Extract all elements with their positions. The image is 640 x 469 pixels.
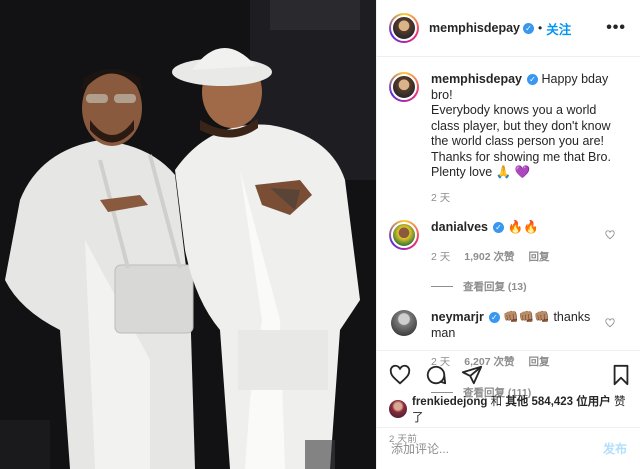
verified-badge-icon: ✓: [523, 22, 535, 34]
post-photo[interactable]: [0, 0, 376, 469]
post-header: memphisdepay ✓ • 关注 •••: [377, 0, 640, 57]
author-avatar[interactable]: [389, 13, 419, 43]
view-replies-button[interactable]: 查看回复 (13): [431, 279, 627, 294]
verified-badge-icon: ✓: [488, 312, 500, 324]
caption-meta: 2 天: [431, 191, 617, 207]
view-replies-line: [431, 286, 453, 287]
comment-username[interactable]: neymarjr: [431, 310, 484, 324]
commenter-avatar[interactable]: [389, 220, 419, 250]
comment-icon[interactable]: [425, 364, 447, 386]
liked-by-and: 和: [490, 396, 503, 408]
share-icon[interactable]: [461, 364, 483, 386]
commenter-avatar[interactable]: [391, 310, 417, 336]
verified-badge-icon: ✓: [492, 222, 504, 234]
liked-by-others[interactable]: 其他 584,423 位用户: [505, 396, 610, 408]
add-comment-bar: 添加评论... 发布: [377, 427, 640, 469]
comment-username[interactable]: danialves: [431, 220, 488, 234]
comment-text: 🔥🔥: [507, 220, 539, 234]
post-actions: frenkiedejong 和 其他 584,423 位用户 赞了 2 天前 添…: [377, 350, 640, 469]
caption-body: memphisdepay ✓ Happy bday bro! Everybody …: [431, 72, 617, 206]
liked-by: frenkiedejong 和 其他 584,423 位用户 赞了: [377, 393, 640, 425]
view-replies-label: 查看回复 (13): [463, 281, 527, 293]
post-comment-button[interactable]: 发布: [603, 440, 627, 457]
comment-body: danialves ✓ 🔥🔥 2 天 1,902 次赞 回复: [431, 220, 617, 265]
action-icons: [377, 351, 640, 391]
caption-avatar[interactable]: [389, 72, 419, 102]
author-username[interactable]: memphisdepay: [429, 21, 520, 35]
caption-line-2: Everybody knows you a world class player…: [431, 103, 611, 148]
comment-item: danialves ✓ 🔥🔥 2 天 1,902 次赞 回复: [389, 220, 627, 265]
separator-dot: •: [538, 21, 543, 35]
comments-section[interactable]: memphisdepay ✓ Happy bday bro! Everybody …: [377, 58, 640, 399]
follow-button[interactable]: 关注: [546, 19, 571, 38]
comment-meta: 2 天 1,902 次赞 回复: [431, 250, 617, 266]
liked-by-text: frenkiedejong 和 其他 584,423 位用户 赞了: [412, 393, 629, 425]
comment-likes[interactable]: 1,902 次赞: [464, 250, 514, 266]
caption-username[interactable]: memphisdepay: [431, 72, 522, 86]
post-side-panel: memphisdepay ✓ • 关注 ••• memphisdepay ✓ Ha…: [376, 0, 640, 469]
liked-by-avatar[interactable]: [389, 400, 407, 418]
photo-illustration: [0, 0, 376, 469]
verified-badge-icon: ✓: [527, 74, 539, 86]
heart-icon[interactable]: [389, 364, 411, 386]
comment-like-heart-icon[interactable]: [605, 230, 615, 240]
caption-time[interactable]: 2 天: [431, 191, 450, 207]
bookmark-icon[interactable]: [611, 364, 631, 386]
more-dots-icon[interactable]: •••: [606, 19, 626, 37]
caption-line-3: Thanks for showing me that Bro. Plenty l…: [431, 149, 611, 180]
add-comment-input[interactable]: 添加评论...: [391, 440, 449, 457]
reply-button[interactable]: 回复: [528, 250, 549, 266]
comment-like-heart-icon[interactable]: [605, 318, 615, 328]
comment-time[interactable]: 2 天: [431, 250, 450, 266]
instagram-post-view: memphisdepay ✓ • 关注 ••• memphisdepay ✓ Ha…: [0, 0, 640, 469]
liked-by-username[interactable]: frenkiedejong: [412, 396, 487, 408]
caption: memphisdepay ✓ Happy bday bro! Everybody …: [389, 72, 627, 206]
